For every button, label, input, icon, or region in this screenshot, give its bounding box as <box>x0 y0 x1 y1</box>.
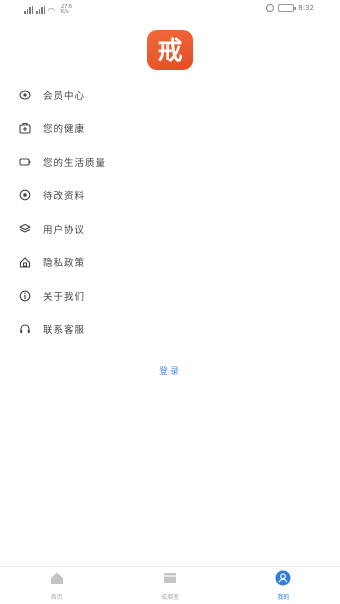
home-icon <box>49 570 65 590</box>
menu-item-label: 会员中心 <box>43 90 86 102</box>
menu-item-label: 关于我们 <box>43 291 86 303</box>
record-icon <box>19 189 31 201</box>
user-icon <box>275 570 291 590</box>
bottom-tab-bar: 首页 戒烟室 我的 <box>0 566 340 604</box>
status-right: 8:32 <box>266 4 314 12</box>
tab-label: 我的 <box>277 594 290 601</box>
clock: 8:32 <box>298 4 314 12</box>
menu-item-label: 待改资料 <box>43 191 86 203</box>
tab-label: 戒烟室 <box>160 594 179 601</box>
menu-item-privacy-policy[interactable]: 隐私政策 <box>0 246 340 280</box>
menu-item-contact-support[interactable]: 联系客服 <box>0 313 340 347</box>
health-icon <box>19 122 31 134</box>
layers-icon <box>19 223 31 235</box>
headset-icon <box>19 323 31 335</box>
menu-item-label: 用户协议 <box>43 224 86 236</box>
battery-icon <box>19 156 31 168</box>
app-logo: 戒 <box>147 30 193 70</box>
shield-icon <box>19 256 31 268</box>
folder-icon <box>162 570 178 590</box>
wifi-icon: ◠ <box>48 5 55 15</box>
tab-quit-room[interactable]: 戒烟室 <box>113 567 226 604</box>
net-speed: 27.6 K/s <box>60 4 73 15</box>
tab-home[interactable]: 首页 <box>0 567 113 604</box>
menu-item-health[interactable]: 您的健康 <box>0 112 340 146</box>
menu-item-user-agreement[interactable]: 用户协议 <box>0 212 340 246</box>
battery-icon <box>278 4 297 12</box>
menu-item-label: 您的健康 <box>43 124 86 136</box>
menu-item-label: 隐私政策 <box>43 258 86 270</box>
menu-item-label: 您的生活质量 <box>43 157 107 169</box>
info-icon <box>19 290 31 302</box>
status-left: ◠ 27.6 K/s <box>24 5 72 15</box>
menu-item-edit-profile[interactable]: 待改资料 <box>0 179 340 213</box>
menu-item-member-center[interactable]: 会员中心 <box>0 78 340 112</box>
menu-item-life-quality[interactable]: 您的生活质量 <box>0 145 340 179</box>
logo-char: 戒 <box>157 35 183 65</box>
alarm-icon <box>266 4 275 12</box>
login-button[interactable]: 登录 <box>0 364 340 377</box>
eye-icon <box>19 89 31 101</box>
menu-item-about-us[interactable]: 关于我们 <box>0 279 340 313</box>
signal-icon <box>24 6 33 14</box>
tab-label: 首页 <box>50 594 63 601</box>
signal-icon <box>36 6 45 14</box>
menu-list: 会员中心 您的健康 您的生活质量 待改资料 用户协议 隐私政策 关于我们 联系客… <box>0 78 340 346</box>
tab-mine[interactable]: 我的 <box>227 567 340 604</box>
menu-item-label: 联系客服 <box>43 325 86 337</box>
status-bar: ◠ 27.6 K/s 8:32 <box>0 0 340 22</box>
